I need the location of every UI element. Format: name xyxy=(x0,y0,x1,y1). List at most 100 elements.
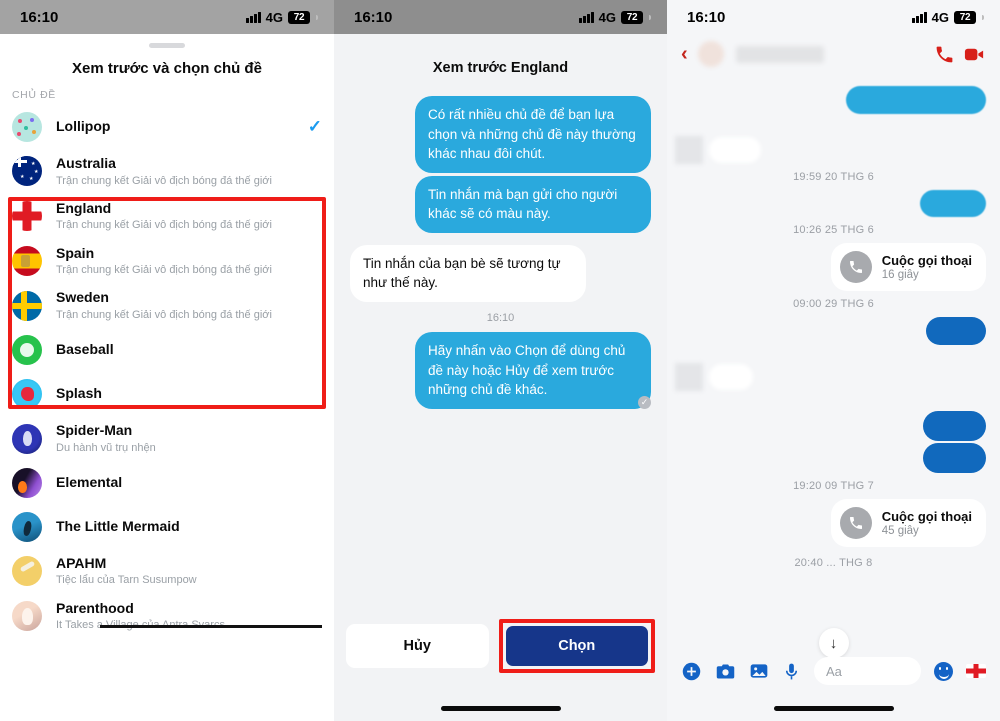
message-bubble-redacted xyxy=(923,443,986,473)
panel-theme-picker: 16:10 4G 72 Xem trước và chọn chủ đề CHỦ… xyxy=(0,0,334,721)
section-label: CHỦ ĐỀ xyxy=(12,89,56,101)
battery-nub-icon xyxy=(316,14,318,20)
status-time: 16:10 xyxy=(20,8,59,26)
theme-row-the-little-mermaid[interactable]: The Little Mermaid xyxy=(0,505,334,549)
conversation-timestamp: 19:20 09 THG 7 xyxy=(793,480,874,492)
mermaid-avatar xyxy=(12,511,42,542)
theme-subtitle: Trận chung kết Giải vô địch bóng đá thế … xyxy=(56,219,272,232)
flag-spain-icon xyxy=(12,245,42,276)
conversation-timestamp: 09:00 29 THG 6 xyxy=(793,298,874,310)
theme-row-sweden[interactable]: Sweden Trận chung kết Giải vô địch bóng … xyxy=(0,283,334,328)
theme-name: Sweden xyxy=(56,289,109,306)
theme-row-baseball[interactable]: Baseball xyxy=(0,328,334,372)
video-call-icon[interactable] xyxy=(963,43,986,66)
plus-icon[interactable] xyxy=(681,661,702,682)
theme-name: Splash xyxy=(56,385,102,402)
call-title: Cuộc gọi thoại xyxy=(881,253,972,268)
theme-subtitle: Trận chung kết Giải vô địch bóng đá thế … xyxy=(56,308,272,321)
camera-icon[interactable] xyxy=(715,661,736,682)
call-log-card[interactable]: Cuộc gọi thoại 16 giây xyxy=(830,243,986,291)
choose-button-highlight: Chọn xyxy=(498,619,656,673)
baseball-avatar xyxy=(12,335,42,366)
theme-name: Lollipop xyxy=(56,118,111,135)
message-bubble-redacted xyxy=(709,137,761,163)
theme-name: Parenthood xyxy=(56,599,134,616)
conversation-timestamp: 20:40 ... THG 8 xyxy=(794,557,873,569)
theme-subtitle: Trận chung kết Giải vô địch bóng đá thế … xyxy=(56,264,272,277)
theme-row-australia[interactable]: ★ ★ ★ ★ Australia Trận chung kết Giải vô… xyxy=(0,149,334,194)
message-bubble-redacted xyxy=(846,86,986,114)
battery-level: 72 xyxy=(621,10,643,24)
conversation-body: 19:59 20 THG 6 10:26 25 THG 6 Cuộc gọi t… xyxy=(667,74,1000,670)
splash-avatar xyxy=(12,379,42,410)
theme-subtitle: Tiệc lẩu của Tarn Susumpow xyxy=(56,574,197,587)
message-input[interactable]: Aa xyxy=(814,657,921,685)
message-input-placeholder: Aa xyxy=(826,663,842,679)
theme-subtitle: It Takes a Village của Antra Svarcs xyxy=(56,618,322,632)
apahm-avatar xyxy=(12,556,42,587)
call-duration: 16 giây xyxy=(881,269,919,281)
home-indicator xyxy=(773,706,894,711)
theme-list: Lollipop ✓ ★ ★ ★ ★ Australia Trận chung … xyxy=(0,105,334,639)
message-row-redacted xyxy=(675,363,986,391)
theme-row-apahm[interactable]: APAHM Tiệc lẩu của Tarn Susumpow xyxy=(0,549,334,594)
network-label: 4G xyxy=(265,9,283,25)
message-bubble-incoming: Tin nhắn của bạn bè sẽ tương tự như thế … xyxy=(350,244,586,302)
panel-theme-preview: 16:10 4G 72 Xem trước England Có rất nhi… xyxy=(334,0,667,721)
message-bubble-redacted xyxy=(709,364,753,390)
status-time: 16:10 xyxy=(354,8,393,26)
panel-conversation: 16:10 4G 72 ‹ 19:59 20 THG 6 10:26 25 TH… xyxy=(667,0,1000,721)
avatar[interactable] xyxy=(697,41,724,67)
missed-call-icon xyxy=(839,251,872,283)
conversation-timestamp: 19:59 20 THG 6 xyxy=(793,171,874,183)
theme-row-lollipop[interactable]: Lollipop ✓ xyxy=(0,105,334,149)
conversation-header: ‹ xyxy=(667,34,1000,74)
signal-icon xyxy=(246,11,261,23)
theme-row-spain[interactable]: Spain Trận chung kết Giải vô địch bóng đ… xyxy=(0,239,334,284)
message-bubble-redacted xyxy=(926,317,986,345)
preview-sheet: Xem trước England Có rất nhiều chủ đề để… xyxy=(334,40,667,721)
sheet-grabber[interactable] xyxy=(149,43,185,48)
theme-sheet: Xem trước và chọn chủ đề CHỦ ĐỀ Lollipop… xyxy=(0,34,334,721)
status-bar: 16:10 4G 72 xyxy=(334,0,667,34)
cancel-button[interactable]: Hủy xyxy=(346,624,489,668)
gallery-icon[interactable] xyxy=(749,661,769,681)
flag-england-icon xyxy=(12,201,42,232)
parenthood-avatar xyxy=(12,601,42,632)
battery-nub-icon xyxy=(649,14,651,20)
microphone-icon[interactable] xyxy=(782,662,801,681)
theme-name: Baseball xyxy=(56,341,114,358)
home-indicator xyxy=(440,706,561,711)
call-duration: 45 giây xyxy=(881,525,919,537)
conversation-timestamp: 10:26 25 THG 6 xyxy=(793,224,874,236)
status-indicators: 4G 72 xyxy=(912,10,984,25)
theme-name: Spain xyxy=(56,244,95,261)
status-bar: 16:10 4G 72 xyxy=(667,0,1000,34)
theme-row-spiderman[interactable]: Spider-Man Du hành vũ trụ nhện xyxy=(0,416,334,461)
status-indicators: 4G 72 xyxy=(246,10,318,25)
back-icon[interactable]: ‹ xyxy=(681,44,688,64)
theme-row-elemental[interactable]: Elemental xyxy=(0,461,334,505)
theme-row-splash[interactable]: Splash xyxy=(0,372,334,416)
theme-name: Spider-Man xyxy=(56,422,133,439)
signal-icon xyxy=(912,11,927,23)
flag-england-sticker-icon[interactable] xyxy=(966,664,986,678)
message-bubble-outgoing: Có rất nhiều chủ đề để bạn lựa chọn và n… xyxy=(415,96,651,173)
contact-name-redacted xyxy=(735,45,824,63)
emoji-icon[interactable] xyxy=(934,661,953,681)
network-label: 4G xyxy=(598,9,616,25)
elemental-avatar xyxy=(12,467,42,498)
voice-call-icon[interactable] xyxy=(934,44,955,65)
preview-action-bar: Hủy Chọn xyxy=(334,619,667,673)
seen-check-icon: ✓ xyxy=(638,395,651,409)
sheet-title: Xem trước và chọn chủ đề xyxy=(72,60,262,77)
status-time: 16:10 xyxy=(687,8,726,26)
theme-row-parenthood[interactable]: Parenthood It Takes a Village của Antra … xyxy=(0,594,334,639)
battery-level: 72 xyxy=(954,10,976,24)
theme-name: Elemental xyxy=(56,474,123,491)
call-log-card[interactable]: Cuộc gọi thoại 45 giây xyxy=(830,499,986,547)
choose-button[interactable]: Chọn xyxy=(505,626,648,666)
flag-australia-icon: ★ ★ ★ ★ xyxy=(12,156,42,187)
signal-icon xyxy=(579,11,594,23)
theme-row-england[interactable]: England Trận chung kết Giải vô địch bóng… xyxy=(0,194,334,239)
